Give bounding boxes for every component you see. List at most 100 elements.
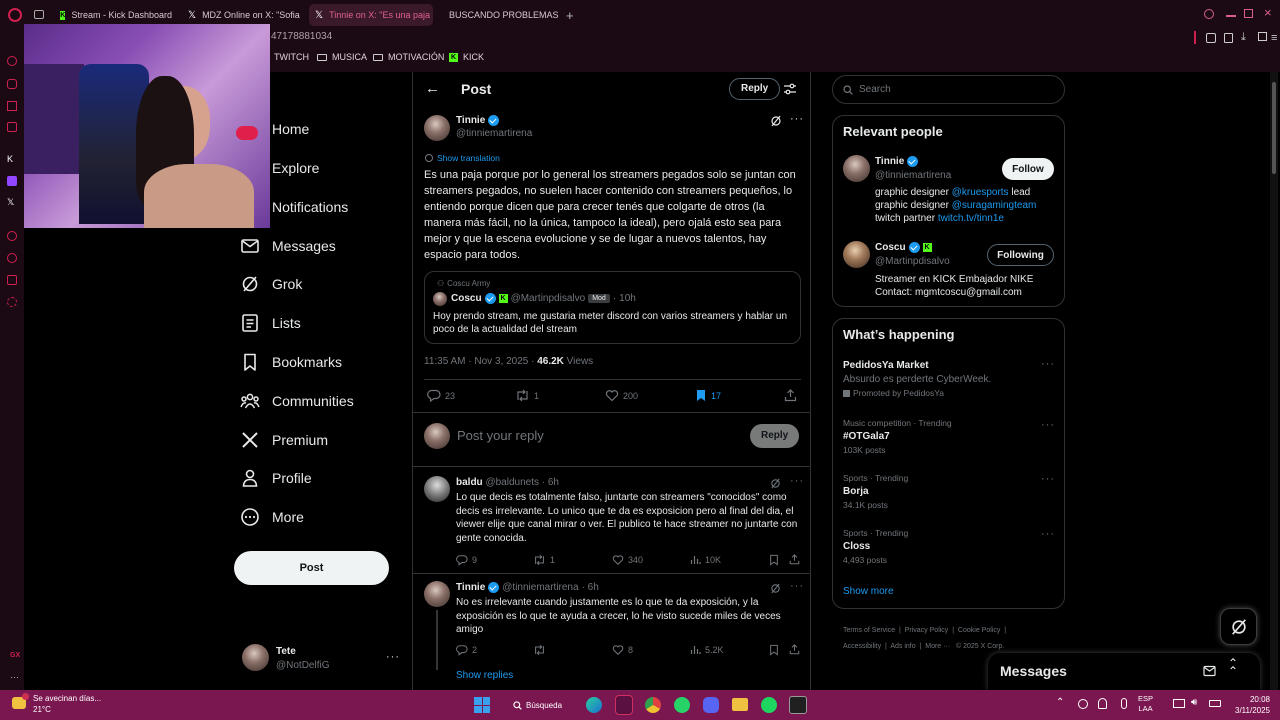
views-action[interactable]: 10K (690, 554, 721, 565)
language-indicator[interactable]: ESP LAA (1138, 694, 1153, 714)
footer-cookie[interactable]: Cookie Policy (958, 627, 1000, 634)
reply-more-icon[interactable]: ··· (790, 580, 804, 592)
repost-action[interactable] (533, 644, 550, 656)
sidebar-extensions-icon[interactable] (7, 275, 17, 285)
reply-action[interactable]: 9 (456, 554, 477, 566)
volume-icon[interactable]: 🔊︎ (1191, 697, 1197, 708)
share-icon[interactable] (784, 389, 797, 402)
tab-menu-icon[interactable] (34, 10, 44, 19)
reply-author-avatar[interactable] (424, 581, 450, 607)
reply-action[interactable]: 23 (427, 389, 455, 402)
reply-author-name[interactable]: Tinnie (456, 582, 485, 593)
nav-lists[interactable]: Lists (240, 309, 301, 337)
trend-item[interactable]: Music competition · Trending #OTGala7 10… (843, 418, 952, 455)
maximize-icon[interactable] (1244, 9, 1253, 18)
nav-messages[interactable]: Messages (240, 232, 336, 260)
nav-grok[interactable]: Grok (240, 270, 302, 298)
new-tab-icon[interactable]: + (566, 8, 574, 23)
footer-privacy[interactable]: Privacy Policy (905, 627, 949, 634)
header-reply-button[interactable]: Reply (729, 78, 781, 100)
post-more-icon[interactable]: ··· (790, 113, 804, 125)
composer-reply-button[interactable]: Reply (750, 424, 800, 448)
show-more-link[interactable]: Show more (843, 586, 894, 597)
sidebar-more-icon[interactable]: ··· (10, 672, 19, 682)
tab-tinnie-post[interactable]: 𝕏 Tinnie on X: "Es una paja (309, 4, 433, 26)
share-icon[interactable] (789, 554, 800, 565)
footer-ads-info[interactable]: Ads info (890, 643, 915, 650)
like-action[interactable]: 340 (612, 554, 643, 566)
taskbar-app-chrome-icon[interactable] (645, 697, 661, 713)
extensions-icon[interactable] (1206, 33, 1216, 43)
repost-action[interactable]: 1 (533, 554, 555, 566)
reply-more-icon[interactable]: ··· (790, 475, 804, 487)
search-input[interactable]: Search (832, 75, 1065, 104)
person-avatar[interactable] (843, 241, 870, 268)
sidebar-workspaces-icon[interactable] (7, 101, 17, 111)
person-handle[interactable]: @tinniemartirena (875, 170, 951, 181)
footer-terms[interactable]: Terms of Service (843, 627, 895, 634)
sidebar-x-icon[interactable]: 𝕏 (7, 197, 17, 207)
show-translation-link[interactable]: Show translation (425, 153, 500, 163)
like-action[interactable]: 8 (612, 644, 633, 656)
nav-more[interactable]: More (240, 503, 304, 531)
taskbar-app-spotify-icon[interactable] (761, 697, 777, 713)
weather-widget[interactable]: Se avecinan días... 21°C (33, 693, 101, 715)
clock[interactable]: 20:08 3/11/2025 (1226, 694, 1270, 716)
grok-floating-button[interactable] (1220, 608, 1257, 645)
person-avatar[interactable] (843, 155, 870, 182)
network-icon[interactable] (1173, 699, 1185, 708)
snapshot-icon[interactable] (1258, 32, 1267, 41)
bookmark-motivacion[interactable]: MOTIVACIÓN (373, 52, 444, 62)
share-icon[interactable] (789, 644, 800, 655)
footer-more[interactable]: More ··· (925, 643, 950, 650)
post-author-name[interactable]: Tinnie (456, 115, 500, 126)
nav-premium[interactable]: Premium (240, 426, 328, 454)
reply-author-avatar[interactable] (424, 476, 450, 502)
minimize-icon[interactable] (1226, 15, 1236, 17)
pinboard-icon[interactable] (1194, 31, 1196, 44)
sidebar-aria-icon[interactable] (7, 56, 17, 66)
reply-input[interactable]: Post your reply (457, 428, 544, 443)
taskbar-app-opera-icon[interactable] (615, 695, 633, 715)
footer-accessibility[interactable]: Accessibility (843, 643, 881, 650)
downloads-icon[interactable]: ⤓ (1241, 31, 1246, 44)
post-button[interactable]: Post (234, 551, 389, 585)
follow-button[interactable]: Follow (1002, 158, 1054, 180)
tab-kick-dashboard[interactable]: K Stream - Kick Dashboard (54, 4, 178, 26)
easy-files-icon[interactable] (1224, 33, 1233, 43)
battery-icon[interactable] (1209, 700, 1221, 707)
reply-time[interactable]: · 6h (542, 477, 559, 488)
close-window-icon[interactable]: × (1264, 5, 1272, 20)
sidebar-kick-icon[interactable]: K (7, 154, 17, 164)
grok-explain-icon[interactable] (770, 478, 781, 489)
sidebar-twitch-icon[interactable] (7, 176, 17, 186)
tray-mic-icon[interactable] (1121, 698, 1127, 709)
trend-more-icon[interactable]: ··· (1041, 528, 1055, 540)
address-url-fragment[interactable]: 47178881034 (271, 31, 332, 42)
easy-setup-icon[interactable]: ≡ (1271, 32, 1277, 44)
post-author-handle[interactable]: @tinniemartirena (456, 128, 532, 139)
like-action[interactable]: 200 (605, 389, 638, 402)
show-hidden-icons-icon[interactable]: ⌃ (1056, 697, 1064, 708)
nav-bookmarks[interactable]: Bookmarks (240, 348, 342, 376)
bookmark-icon[interactable] (769, 554, 779, 566)
reply-author-handle[interactable]: @baldunets (485, 477, 539, 488)
account-avatar[interactable] (242, 644, 269, 671)
taskbar-app-terminal-icon[interactable] (789, 696, 807, 714)
bookmark-twitch[interactable]: TWITCH (274, 52, 309, 62)
following-button[interactable]: Following (987, 244, 1054, 266)
bookmark-icon[interactable] (769, 644, 779, 656)
reply-time[interactable]: · 6h (582, 582, 599, 593)
grok-explain-icon[interactable] (770, 115, 782, 127)
person-name[interactable]: Tinnie (875, 156, 919, 167)
repost-action[interactable]: 1 (515, 389, 539, 402)
bio-link-kruesports[interactable]: @kruesports (952, 187, 1009, 198)
reply-action[interactable]: 2 (456, 644, 477, 656)
taskbar-app-whatsapp-icon[interactable] (674, 697, 690, 713)
reply-settings-icon[interactable] (783, 82, 797, 96)
sidebar-player-icon[interactable] (7, 231, 17, 241)
reply-author-handle[interactable]: @tinniemartirena (502, 582, 578, 593)
bio-link-suragamingteam[interactable]: @suragamingteam (952, 200, 1037, 211)
grok-explain-icon[interactable] (770, 583, 781, 594)
new-message-icon[interactable] (1203, 664, 1217, 678)
